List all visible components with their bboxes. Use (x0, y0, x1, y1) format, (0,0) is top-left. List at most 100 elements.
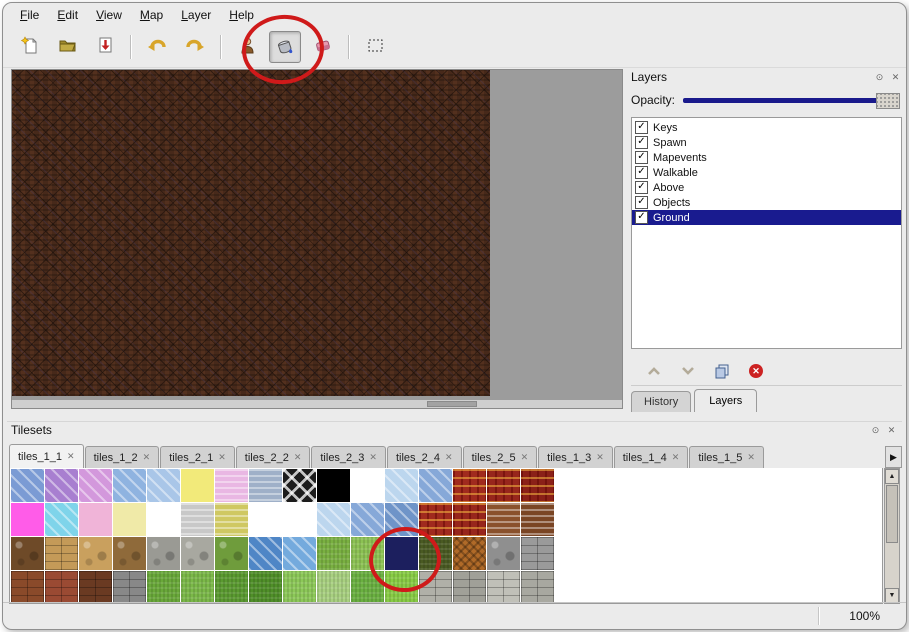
layer-visibility-checkbox[interactable]: ✓ (635, 196, 648, 209)
tile[interactable] (453, 469, 486, 502)
layer-visibility-checkbox[interactable]: ✓ (635, 151, 648, 164)
scroll-down-button[interactable]: ▼ (885, 588, 899, 603)
tile[interactable] (45, 469, 78, 502)
tile[interactable] (453, 537, 486, 570)
menu-help[interactable]: Help (220, 5, 263, 25)
tile[interactable] (79, 571, 112, 604)
tile[interactable] (147, 537, 180, 570)
layer-row[interactable]: ✓Spawn (632, 135, 901, 150)
tile[interactable] (113, 503, 146, 536)
palette-vertical-scrollbar[interactable]: ▲ ▼ (884, 468, 900, 604)
tile[interactable] (181, 571, 214, 604)
tile[interactable] (419, 503, 452, 536)
tab-close-icon[interactable]: ✕ (369, 452, 377, 463)
tile[interactable] (521, 503, 554, 536)
tab-close-icon[interactable]: ✕ (294, 452, 302, 463)
tile[interactable] (487, 503, 520, 536)
tile[interactable] (453, 571, 486, 604)
tileset-tab[interactable]: tiles_1_3✕ (538, 446, 613, 468)
redo-button[interactable] (179, 31, 211, 63)
tile[interactable] (249, 537, 282, 570)
tab-close-icon[interactable]: ✕ (445, 452, 453, 463)
layer-row[interactable]: ✓Above (632, 180, 901, 195)
tileset-tab[interactable]: tiles_2_5✕ (463, 446, 538, 468)
tileset-tab[interactable]: tiles_1_5✕ (689, 446, 764, 468)
tile[interactable] (113, 469, 146, 502)
tile[interactable] (317, 537, 350, 570)
tile[interactable] (11, 571, 44, 604)
tileset-tab[interactable]: tiles_2_3✕ (311, 446, 386, 468)
tile[interactable] (385, 571, 418, 604)
tileset-tab[interactable]: tiles_1_1✕ (9, 444, 84, 469)
tile[interactable] (521, 537, 554, 570)
tile[interactable] (351, 537, 384, 570)
tileset-tab[interactable]: tiles_2_1✕ (160, 446, 235, 468)
tile[interactable] (487, 571, 520, 604)
opacity-slider[interactable] (683, 98, 900, 103)
layer-row[interactable]: ✓Walkable (632, 165, 901, 180)
tile[interactable] (45, 571, 78, 604)
tile[interactable] (283, 503, 316, 536)
tile[interactable] (487, 537, 520, 570)
tile[interactable] (419, 537, 452, 570)
tile[interactable] (453, 503, 486, 536)
tile[interactable] (249, 571, 282, 604)
tile[interactable] (385, 503, 418, 536)
tile[interactable] (181, 537, 214, 570)
tile[interactable] (79, 469, 112, 502)
tile[interactable] (283, 571, 316, 604)
tile[interactable] (147, 571, 180, 604)
new-map-button[interactable] (13, 31, 45, 63)
tile[interactable] (215, 503, 248, 536)
tileset-tab[interactable]: tiles_2_2✕ (236, 446, 311, 468)
tab-close-icon[interactable]: ✕ (672, 452, 680, 463)
undo-button[interactable] (141, 31, 173, 63)
character-tool-button[interactable] (231, 31, 263, 63)
map-canvas[interactable] (12, 70, 490, 396)
tile[interactable] (11, 469, 44, 502)
tab-close-icon[interactable]: ✕ (596, 452, 604, 463)
menu-layer[interactable]: Layer (172, 5, 220, 25)
tile[interactable] (283, 537, 316, 570)
tile[interactable] (79, 537, 112, 570)
layer-visibility-checkbox[interactable]: ✓ (635, 136, 648, 149)
layer-visibility-checkbox[interactable]: ✓ (635, 121, 648, 134)
tab-close-icon[interactable]: ✕ (521, 452, 529, 463)
scrollbar-thumb[interactable] (886, 485, 898, 543)
tab-close-icon[interactable]: ✕ (747, 452, 755, 463)
delete-layer-button[interactable]: ✕ (747, 362, 765, 380)
tile[interactable] (419, 469, 452, 502)
select-tool-button[interactable] (359, 31, 391, 63)
opacity-slider-handle[interactable] (876, 93, 900, 109)
layer-visibility-checkbox[interactable]: ✓ (635, 181, 648, 194)
tile[interactable] (147, 469, 180, 502)
tile[interactable] (181, 469, 214, 502)
map-horizontal-scrollbar[interactable] (12, 400, 622, 408)
tile[interactable] (113, 571, 146, 604)
menu-view[interactable]: View (87, 5, 131, 25)
float-panel-button[interactable]: ⊙ (873, 71, 886, 84)
menu-file[interactable]: File (11, 5, 48, 25)
layer-row[interactable]: ✓Ground (632, 210, 901, 225)
tabs-scroll-right-button[interactable]: ▶ (885, 446, 902, 468)
tile[interactable] (45, 537, 78, 570)
tile[interactable] (147, 503, 180, 536)
tileset-tab[interactable]: tiles_2_4✕ (387, 446, 462, 468)
scroll-up-button[interactable]: ▲ (885, 469, 899, 484)
tile[interactable] (11, 503, 44, 536)
tile[interactable] (215, 537, 248, 570)
layer-row[interactable]: ✓Keys (632, 120, 901, 135)
tile[interactable] (249, 503, 282, 536)
tab-close-icon[interactable]: ✕ (143, 452, 151, 463)
close-panel-button[interactable]: ✕ (889, 71, 902, 84)
duplicate-layer-button[interactable] (713, 362, 731, 380)
menu-map[interactable]: Map (131, 5, 172, 25)
tile[interactable] (419, 571, 452, 604)
layer-visibility-checkbox[interactable]: ✓ (635, 166, 648, 179)
float-panel-button[interactable]: ⊙ (869, 424, 882, 437)
tile[interactable] (113, 537, 146, 570)
tab-close-icon[interactable]: ✕ (67, 451, 75, 462)
tile[interactable] (215, 469, 248, 502)
tileset-tab[interactable]: tiles_1_4✕ (614, 446, 689, 468)
tile[interactable] (11, 537, 44, 570)
